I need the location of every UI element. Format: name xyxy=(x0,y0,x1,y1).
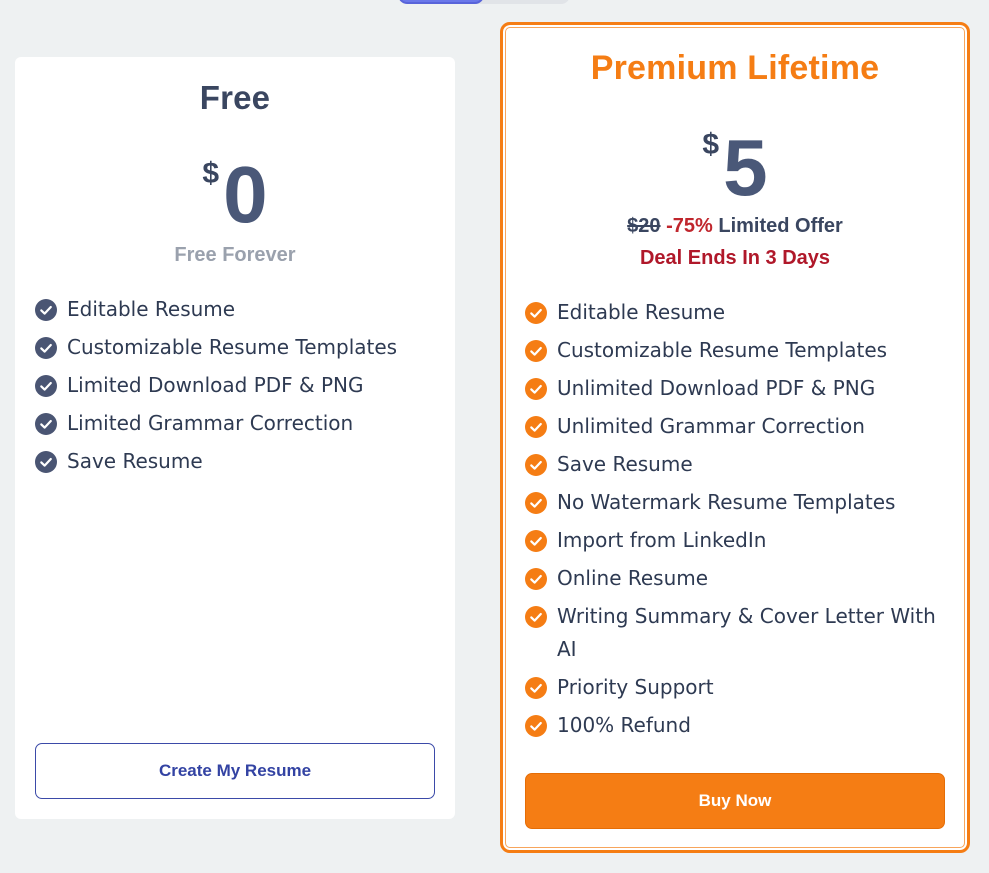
check-circle-icon xyxy=(525,677,547,699)
feature-label: Limited Grammar Correction xyxy=(67,411,354,435)
feature-item: 100% Refund xyxy=(525,709,945,742)
feature-item: Limited Grammar Correction xyxy=(35,407,397,440)
check-circle-icon xyxy=(35,451,57,473)
free-plan-price: $0 xyxy=(15,155,455,235)
feature-label: Customizable Resume Templates xyxy=(67,335,398,359)
feature-label: Import from LinkedIn xyxy=(557,528,767,552)
check-circle-icon xyxy=(35,337,57,359)
feature-item: Editable Resume xyxy=(35,293,397,326)
billing-toggle-knob[interactable] xyxy=(398,0,484,4)
feature-item: Limited Download PDF & PNG xyxy=(35,369,397,402)
feature-label: Save Resume xyxy=(67,449,203,473)
check-circle-icon xyxy=(525,454,547,476)
check-circle-icon xyxy=(525,530,547,552)
free-currency-symbol: $ xyxy=(202,157,220,190)
feature-label: Writing Summary & Cover Letter With AI xyxy=(557,604,936,661)
feature-item: Priority Support xyxy=(525,671,945,704)
premium-plan-title: Premium Lifetime xyxy=(590,49,880,87)
feature-item: Customizable Resume Templates xyxy=(525,334,945,367)
feature-label: Editable Resume xyxy=(67,297,236,321)
feature-item: No Watermark Resume Templates xyxy=(525,486,945,519)
feature-item: Import from LinkedIn xyxy=(525,524,945,557)
premium-plan-card: Premium Lifetime $5 $20 -75% Limited Off… xyxy=(500,22,970,853)
feature-item: Save Resume xyxy=(525,448,945,481)
billing-toggle[interactable] xyxy=(398,0,570,4)
check-circle-icon xyxy=(525,378,547,400)
check-circle-icon xyxy=(525,302,547,324)
check-circle-icon xyxy=(525,606,547,628)
deal-countdown: Deal Ends In 3 Days xyxy=(639,247,831,269)
feature-item: Save Resume xyxy=(35,445,397,478)
feature-item: Unlimited Grammar Correction xyxy=(525,410,945,443)
free-plan-title: Free xyxy=(199,79,271,116)
free-plan-card: Free $0 Free Forever Editable Resume Cust… xyxy=(15,57,455,819)
feature-label: Save Resume xyxy=(557,452,693,476)
check-circle-icon xyxy=(35,413,57,435)
premium-currency-symbol: $ xyxy=(702,128,720,161)
premium-price-amount: 5 xyxy=(723,123,768,212)
check-circle-icon xyxy=(35,299,57,321)
premium-offer-line: $20 -75% Limited Offer xyxy=(503,215,967,238)
check-circle-icon xyxy=(525,568,547,590)
check-circle-icon xyxy=(525,492,547,514)
premium-feature-list: Editable Resume Customizable Resume Templ… xyxy=(525,296,945,747)
feature-item: Customizable Resume Templates xyxy=(35,331,397,364)
feature-label: Priority Support xyxy=(557,675,714,699)
feature-item: Writing Summary & Cover Letter With AI xyxy=(525,600,945,666)
free-plan-subtitle: Free Forever xyxy=(174,244,296,266)
feature-item: Editable Resume xyxy=(525,296,945,329)
feature-label: Limited Download PDF & PNG xyxy=(67,373,364,397)
free-feature-list: Editable Resume Customizable Resume Templ… xyxy=(35,293,397,483)
feature-item: Unlimited Download PDF & PNG xyxy=(525,372,945,405)
feature-label: Editable Resume xyxy=(557,300,726,324)
feature-label: No Watermark Resume Templates xyxy=(557,490,896,514)
feature-label: 100% Refund xyxy=(557,713,691,737)
feature-label: Customizable Resume Templates xyxy=(557,338,888,362)
original-price: $20 xyxy=(627,215,661,237)
check-circle-icon xyxy=(35,375,57,397)
feature-label: Online Resume xyxy=(557,566,709,590)
premium-plan-price: $5 xyxy=(503,128,967,208)
free-price-amount: 0 xyxy=(223,150,268,239)
offer-label: Limited Offer xyxy=(718,215,843,237)
buy-now-button[interactable]: Buy Now xyxy=(525,773,945,829)
create-my-resume-button[interactable]: Create My Resume xyxy=(35,743,435,799)
feature-label: Unlimited Download PDF & PNG xyxy=(557,376,876,400)
check-circle-icon xyxy=(525,340,547,362)
feature-item: Online Resume xyxy=(525,562,945,595)
check-circle-icon xyxy=(525,715,547,737)
feature-label: Unlimited Grammar Correction xyxy=(557,414,865,438)
check-circle-icon xyxy=(525,416,547,438)
discount-percent: -75% xyxy=(666,215,713,237)
